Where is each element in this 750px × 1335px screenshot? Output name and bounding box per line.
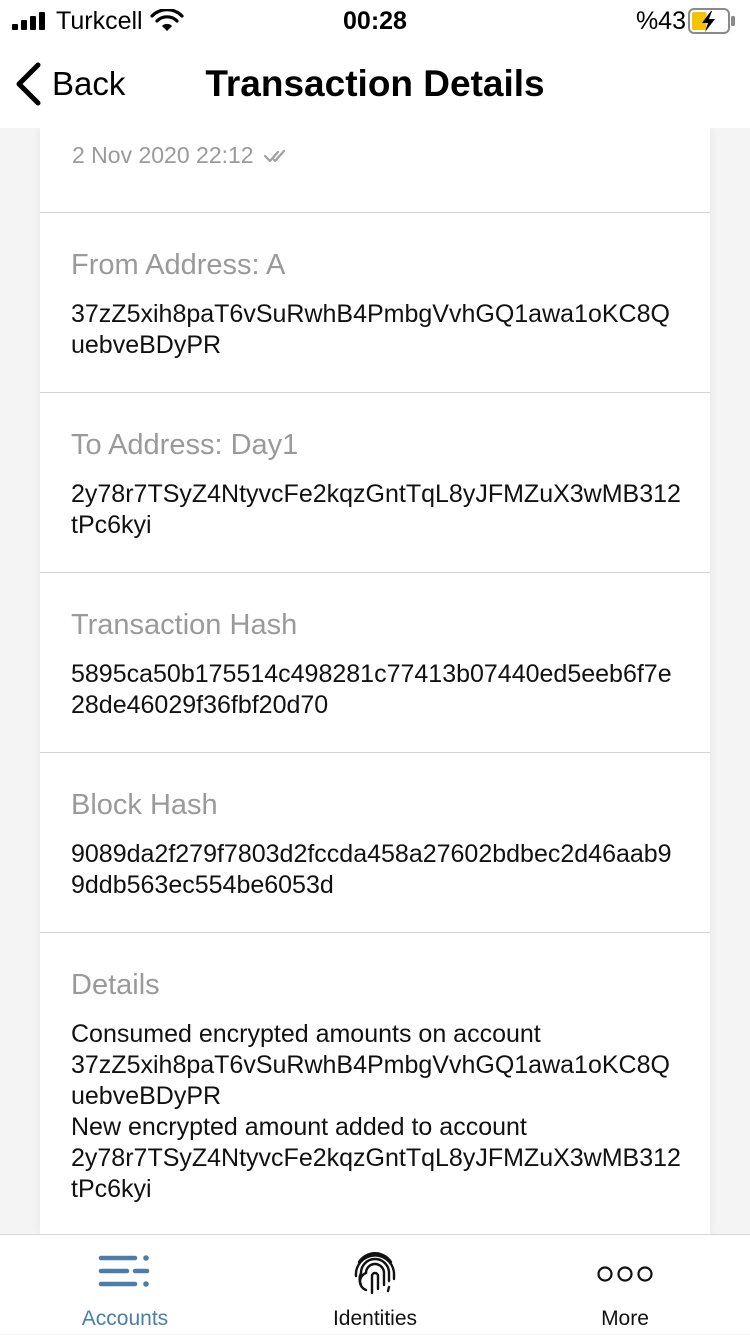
- chevron-left-icon: [16, 62, 41, 106]
- accounts-list-icon: [98, 1255, 150, 1287]
- to-address-label: To Address: Day1: [71, 429, 299, 461]
- transaction-hash-value[interactable]: 5895ca50b175514c498281c77413b07440ed5eeb…: [71, 659, 681, 721]
- tab-accounts[interactable]: Accounts: [0, 1235, 250, 1335]
- block-hash-section: Block Hash 9089da2f279f7803d2fccda458a27…: [40, 752, 710, 932]
- from-address-section: From Address: A 37zZ5xih8paT6vSuRwhB4Pmb…: [40, 212, 710, 392]
- details-line: 37zZ5xih8paT6vSuRwhB4PmbgVvhGQ1awa1oKC8Q…: [71, 1051, 670, 1110]
- details-section: Details Consumed encrypted amounts on ac…: [40, 932, 710, 1234]
- tab-bar: Accounts Identities More: [0, 1234, 750, 1334]
- details-line: New encrypted amount added to account: [71, 1113, 527, 1141]
- details-line: 2y78r7TSyZ4NtyvcFe2kqzGntTqL8yJFMZuX3wMB…: [71, 1144, 681, 1203]
- tab-more[interactable]: More: [500, 1235, 750, 1335]
- transaction-card: 2 Nov 2020 22:12 From Address: A 37zZ5xi…: [40, 128, 710, 1234]
- to-address-section: To Address: Day1 2y78r7TSyZ4NtyvcFe2kqzG…: [40, 392, 710, 572]
- battery-charging-icon: [688, 8, 735, 34]
- transaction-date-row: 2 Nov 2020 22:12: [72, 142, 290, 169]
- transaction-details-content[interactable]: 2 Nov 2020 22:12 From Address: A 37zZ5xi…: [0, 128, 750, 1234]
- transaction-hash-label: Transaction Hash: [71, 609, 298, 641]
- battery-percent: %43: [635, 7, 686, 35]
- status-bar: Turkcell 00:28 %43: [0, 0, 750, 40]
- block-hash-value[interactable]: 9089da2f279f7803d2fccda458a27602bdbec2d4…: [71, 839, 681, 901]
- back-label: Back: [52, 65, 126, 102]
- block-hash-label: Block Hash: [71, 789, 218, 821]
- from-address-value[interactable]: 37zZ5xih8paT6vSuRwhB4PmbgVvhGQ1awa1oKC8Q…: [71, 299, 681, 361]
- from-address-label: From Address: A: [71, 249, 286, 281]
- details-line: Consumed encrypted amounts on account: [71, 1020, 541, 1048]
- tab-label: Identities: [332, 1307, 418, 1330]
- transaction-date: 2 Nov 2020 22:12: [72, 142, 254, 168]
- to-address-value[interactable]: 2y78r7TSyZ4NtyvcFe2kqzGntTqL8yJFMZuX3wMB…: [71, 479, 681, 541]
- details-text: Consumed encrypted amounts on account 37…: [71, 1019, 681, 1205]
- transaction-hash-section: Transaction Hash 5895ca50b175514c498281c…: [40, 572, 710, 752]
- fingerprint-icon: [354, 1252, 396, 1295]
- tab-label: More: [601, 1307, 649, 1330]
- navigation-bar: Back Transaction Details: [0, 40, 750, 128]
- more-dots-icon: [597, 1266, 653, 1282]
- tab-identities[interactable]: Identities: [250, 1235, 500, 1335]
- double-check-icon: [263, 149, 285, 162]
- tab-label: Accounts: [81, 1307, 169, 1330]
- back-button[interactable]: Back: [14, 40, 125, 128]
- details-label: Details: [71, 969, 160, 1001]
